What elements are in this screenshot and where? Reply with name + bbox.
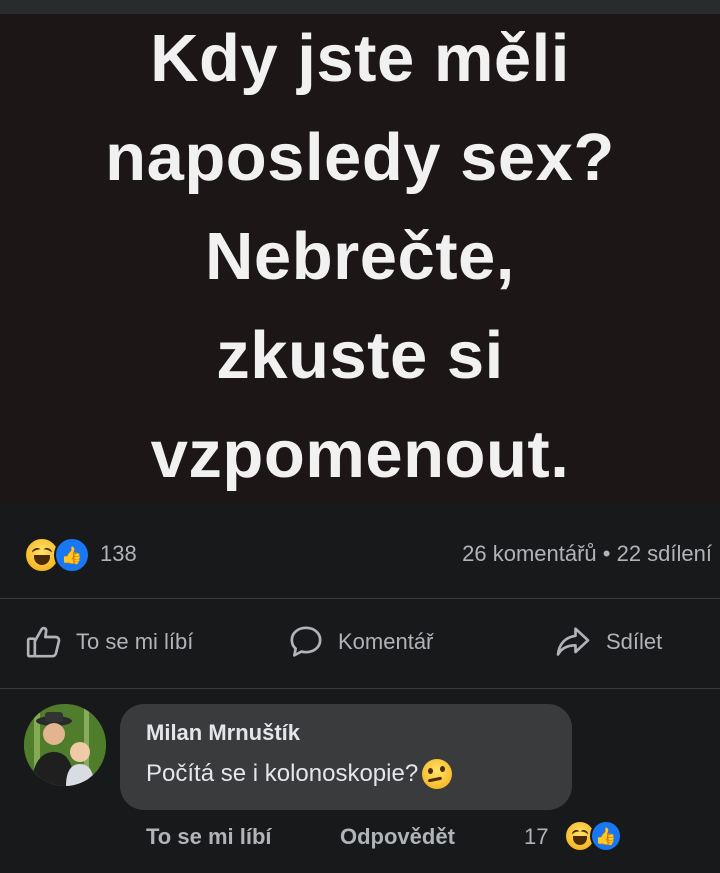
like-icon: 👍 [54, 537, 90, 573]
comment-reaction-icons[interactable]: 👍 [564, 820, 628, 854]
comment: Milan Mrnuštík Počítá se i kolonoskopie?… [0, 688, 720, 873]
comment-text: Počítá se i kolonoskopie? [146, 760, 419, 787]
like-button[interactable]: To se mi líbí [24, 622, 193, 662]
post-stats-row: 👍 138 26 komentářů • 22 sdílení [0, 504, 720, 599]
avatar-photo [24, 704, 106, 786]
share-arrow-icon [556, 627, 590, 656]
post-image-text: Kdy jste měli naposledy sex? Nebrečte, z… [105, 20, 615, 492]
comment-reply-button[interactable]: Odpovědět [340, 824, 455, 850]
comment-author[interactable]: Milan Mrnuštík [146, 720, 300, 746]
like-icon: 👍 [590, 820, 622, 852]
post-actions-row: To se mi líbí Komentář Sdílet [0, 598, 720, 689]
comment-actions: To se mi líbí Odpovědět 17 👍 [146, 820, 706, 854]
comments-shares-count[interactable]: 26 komentářů • 22 sdílení [462, 541, 712, 567]
reaction-icons[interactable]: 👍 [24, 537, 94, 573]
comment-like-button[interactable]: To se mi líbí [146, 824, 272, 850]
post-image[interactable]: Kdy jste měli naposledy sex? Nebrečte, z… [0, 14, 720, 504]
comment-button-label: Komentář [338, 629, 434, 654]
comment-bubble[interactable]: Milan Mrnuštík Počítá se i kolonoskopie? [120, 704, 572, 810]
thumbs-up-icon [26, 626, 61, 658]
share-button-label: Sdílet [606, 629, 663, 654]
comment-text-row: Počítá se i kolonoskopie? [146, 759, 453, 789]
comment-button[interactable]: Komentář [286, 622, 433, 662]
avatar[interactable] [24, 704, 106, 786]
reaction-count[interactable]: 138 [100, 541, 137, 567]
comment-reaction-count[interactable]: 17 [524, 824, 548, 850]
like-button-label: To se mi líbí [76, 629, 194, 654]
comment-bubble-icon [290, 626, 322, 657]
thinking-emoji-icon [422, 759, 453, 789]
share-button[interactable]: Sdílet [552, 622, 662, 662]
